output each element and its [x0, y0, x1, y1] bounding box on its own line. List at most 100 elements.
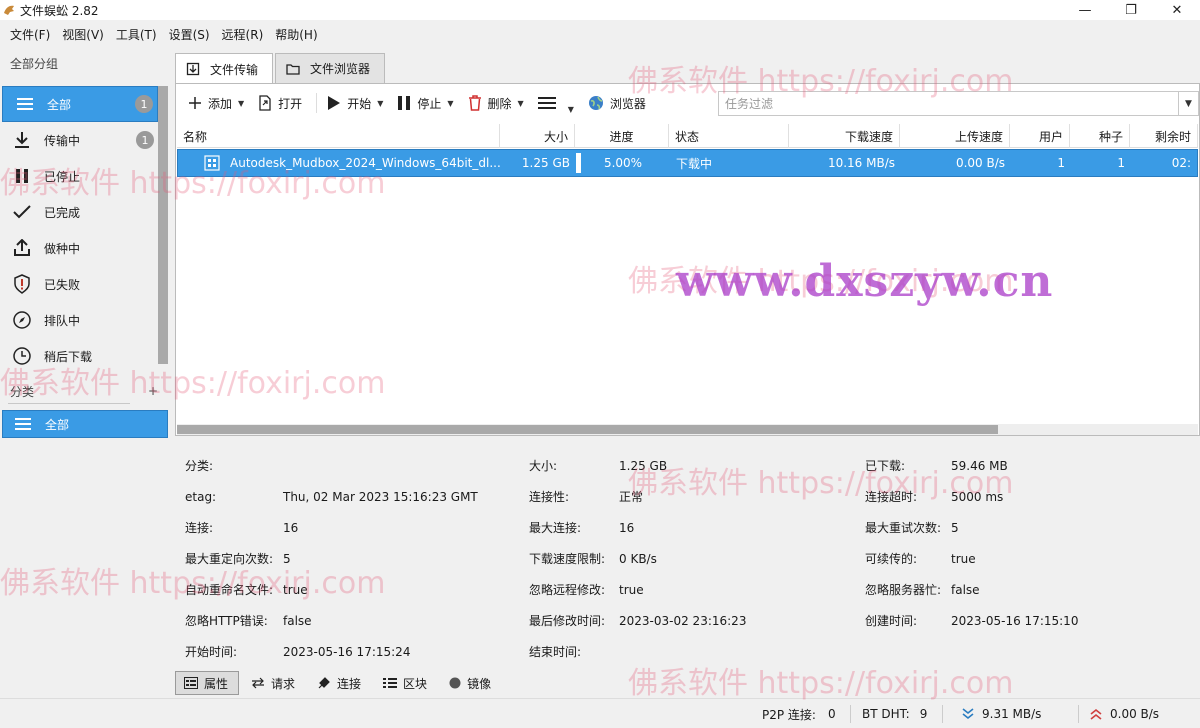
detail-value: true: [283, 582, 308, 597]
detail-last-modified: 最后修改时间: 2023-03-02 23:16:23: [529, 605, 746, 636]
menu-remote[interactable]: 远程(R): [216, 26, 270, 43]
column-name[interactable]: 名称: [177, 124, 500, 148]
detail-speed-limit: 下载速度限制: 0 KB/s: [529, 543, 746, 574]
details-column-1: 分类: etag: Thu, 02 Mar 2023 15:16:23 GMT 连…: [185, 450, 478, 667]
dht-label: BT DHT:: [862, 707, 910, 721]
stop-button[interactable]: 停止 ▼: [397, 95, 454, 112]
detail-value: 2023-05-16 17:15:24: [283, 644, 411, 659]
sidebar-scrollbar[interactable]: [158, 86, 168, 364]
tab-properties[interactable]: 属性: [175, 671, 240, 695]
sidebar-item-queued[interactable]: 排队中: [0, 302, 158, 338]
toolbar: 添加 ▼ 打开 开始 ▼ 停止 ▼ 删除 ▼ ▼ 浏览器 任务过滤 ▼: [176, 84, 1199, 122]
scrollbar-thumb[interactable]: [177, 425, 998, 434]
clock-icon: [12, 346, 32, 366]
menu-file[interactable]: 文件(F): [4, 26, 56, 43]
detail-size: 大小: 1.25 GB: [529, 450, 746, 481]
detail-label: 下载速度限制:: [529, 552, 606, 566]
detail-value: false: [951, 582, 980, 597]
cell-seeds: 1: [1117, 156, 1125, 170]
category-item-all[interactable]: 全部: [2, 410, 168, 438]
delete-label: 删除: [487, 96, 512, 111]
add-button[interactable]: 添加 ▼: [188, 95, 244, 112]
menu-tools[interactable]: 工具(T): [110, 26, 163, 43]
detail-value: true: [951, 551, 976, 566]
minimize-button[interactable]: —: [1062, 0, 1108, 20]
add-category-button[interactable]: +: [148, 384, 158, 398]
cell-download-speed: 10.16 MB/s: [827, 156, 895, 170]
detail-value: 2023-03-02 23:16:23: [619, 613, 747, 628]
detail-value: 5: [283, 551, 291, 566]
sidebar-item-all[interactable]: 全部 1: [2, 86, 158, 122]
globe-icon: [588, 95, 604, 111]
category-divider: [8, 403, 130, 404]
status-divider: [850, 705, 851, 723]
chevron-down-icon[interactable]: ▼: [238, 99, 244, 108]
detail-value: Thu, 02 Mar 2023 15:16:23 GMT: [283, 489, 478, 504]
tab-file-browser[interactable]: 文件浏览器: [275, 53, 386, 83]
column-size[interactable]: 大小: [500, 124, 575, 148]
open-button[interactable]: 打开: [258, 95, 302, 112]
column-download-speed[interactable]: 下载速度: [789, 124, 900, 148]
tab-blocks[interactable]: 区块: [375, 671, 437, 695]
column-upload-speed[interactable]: 上传速度: [900, 124, 1010, 148]
open-file-icon: [258, 95, 272, 111]
table-header: 名称 大小 进度 状态 下载速度 上传速度 用户 种子 剩余时: [177, 124, 1198, 148]
chevron-down-icon[interactable]: ▼: [568, 105, 574, 114]
status-divider: [1078, 705, 1079, 723]
pause-icon: [12, 166, 32, 186]
horizontal-scrollbar[interactable]: [177, 424, 1198, 435]
sidebar-item-label: 全部: [47, 97, 72, 112]
tab-file-transfer[interactable]: 文件传输: [175, 53, 274, 84]
detail-created-time: 创建时间: 2023-05-16 17:15:10: [865, 605, 1078, 636]
browser-button[interactable]: 浏览器: [588, 95, 646, 112]
tab-requests[interactable]: 请求: [243, 671, 305, 695]
p2p-status: P2P 连接: 0: [762, 699, 836, 728]
close-button[interactable]: ✕: [1154, 0, 1200, 20]
start-button[interactable]: 开始 ▼: [327, 95, 383, 112]
detail-max-retries: 最大重试次数: 5: [865, 512, 1078, 543]
table-row[interactable]: Autodesk_Mudbox_2024_Windows_64bit_dl...…: [177, 149, 1198, 177]
warning-shield-icon: [12, 274, 32, 294]
detail-max-connections: 最大连接: 16: [529, 512, 746, 543]
column-seeds[interactable]: 种子: [1070, 124, 1130, 148]
double-chevron-up-icon: [1090, 708, 1102, 720]
tab-label: 镜像: [467, 676, 492, 691]
restore-button[interactable]: ❐: [1108, 0, 1154, 20]
sidebar-item-stopped[interactable]: 已停止: [0, 158, 158, 194]
column-users[interactable]: 用户: [1010, 124, 1070, 148]
menu-view[interactable]: 视图(V): [56, 26, 110, 43]
tab-label: 区块: [403, 676, 428, 691]
chevron-down-icon[interactable]: ▼: [447, 99, 453, 108]
sidebar-item-later[interactable]: 稍后下载: [0, 338, 158, 374]
stop-label: 停止: [417, 96, 442, 111]
double-chevron-down-icon: [962, 708, 974, 720]
sidebar-item-seeding[interactable]: 做种中: [0, 230, 158, 266]
p2p-value: 0: [827, 707, 836, 721]
more-menu-button[interactable]: ▼: [537, 93, 574, 114]
mirror-icon: [449, 677, 461, 689]
sidebar-item-completed[interactable]: 已完成: [0, 194, 158, 230]
column-remaining[interactable]: 剩余时: [1130, 124, 1198, 148]
sidebar-item-failed[interactable]: 已失败: [0, 266, 158, 302]
column-status[interactable]: 状态: [669, 124, 789, 148]
cell-size: 1.25 GB: [521, 156, 570, 170]
menu-help[interactable]: 帮助(H): [269, 26, 323, 43]
column-progress[interactable]: 进度: [575, 124, 669, 148]
detail-label: 已下载:: [865, 459, 906, 473]
delete-button[interactable]: 删除 ▼: [468, 95, 524, 112]
tab-label: 属性: [204, 676, 229, 691]
menu-settings[interactable]: 设置(S): [163, 26, 216, 43]
chevron-down-icon[interactable]: ▼: [377, 99, 383, 108]
task-filter-input[interactable]: [719, 92, 1178, 115]
sidebar-item-transferring[interactable]: 传输中 1: [0, 122, 158, 158]
dht-status: BT DHT: 9: [862, 699, 927, 728]
main-tabs: 文件传输 文件浏览器: [175, 53, 387, 84]
transfer-panel: 添加 ▼ 打开 开始 ▼ 停止 ▼ 删除 ▼ ▼ 浏览器 任务过滤 ▼ 名称 大…: [175, 83, 1200, 436]
detail-value: true: [619, 582, 644, 597]
tab-connections[interactable]: 连接: [309, 671, 371, 695]
chevron-down-icon[interactable]: ▼: [1178, 92, 1198, 115]
tab-mirrors[interactable]: 镜像: [441, 671, 501, 695]
detail-resumable: 可续传的: true: [865, 543, 1078, 574]
chevron-down-icon[interactable]: ▼: [518, 99, 524, 108]
progress-text: 5.00%: [603, 156, 643, 170]
